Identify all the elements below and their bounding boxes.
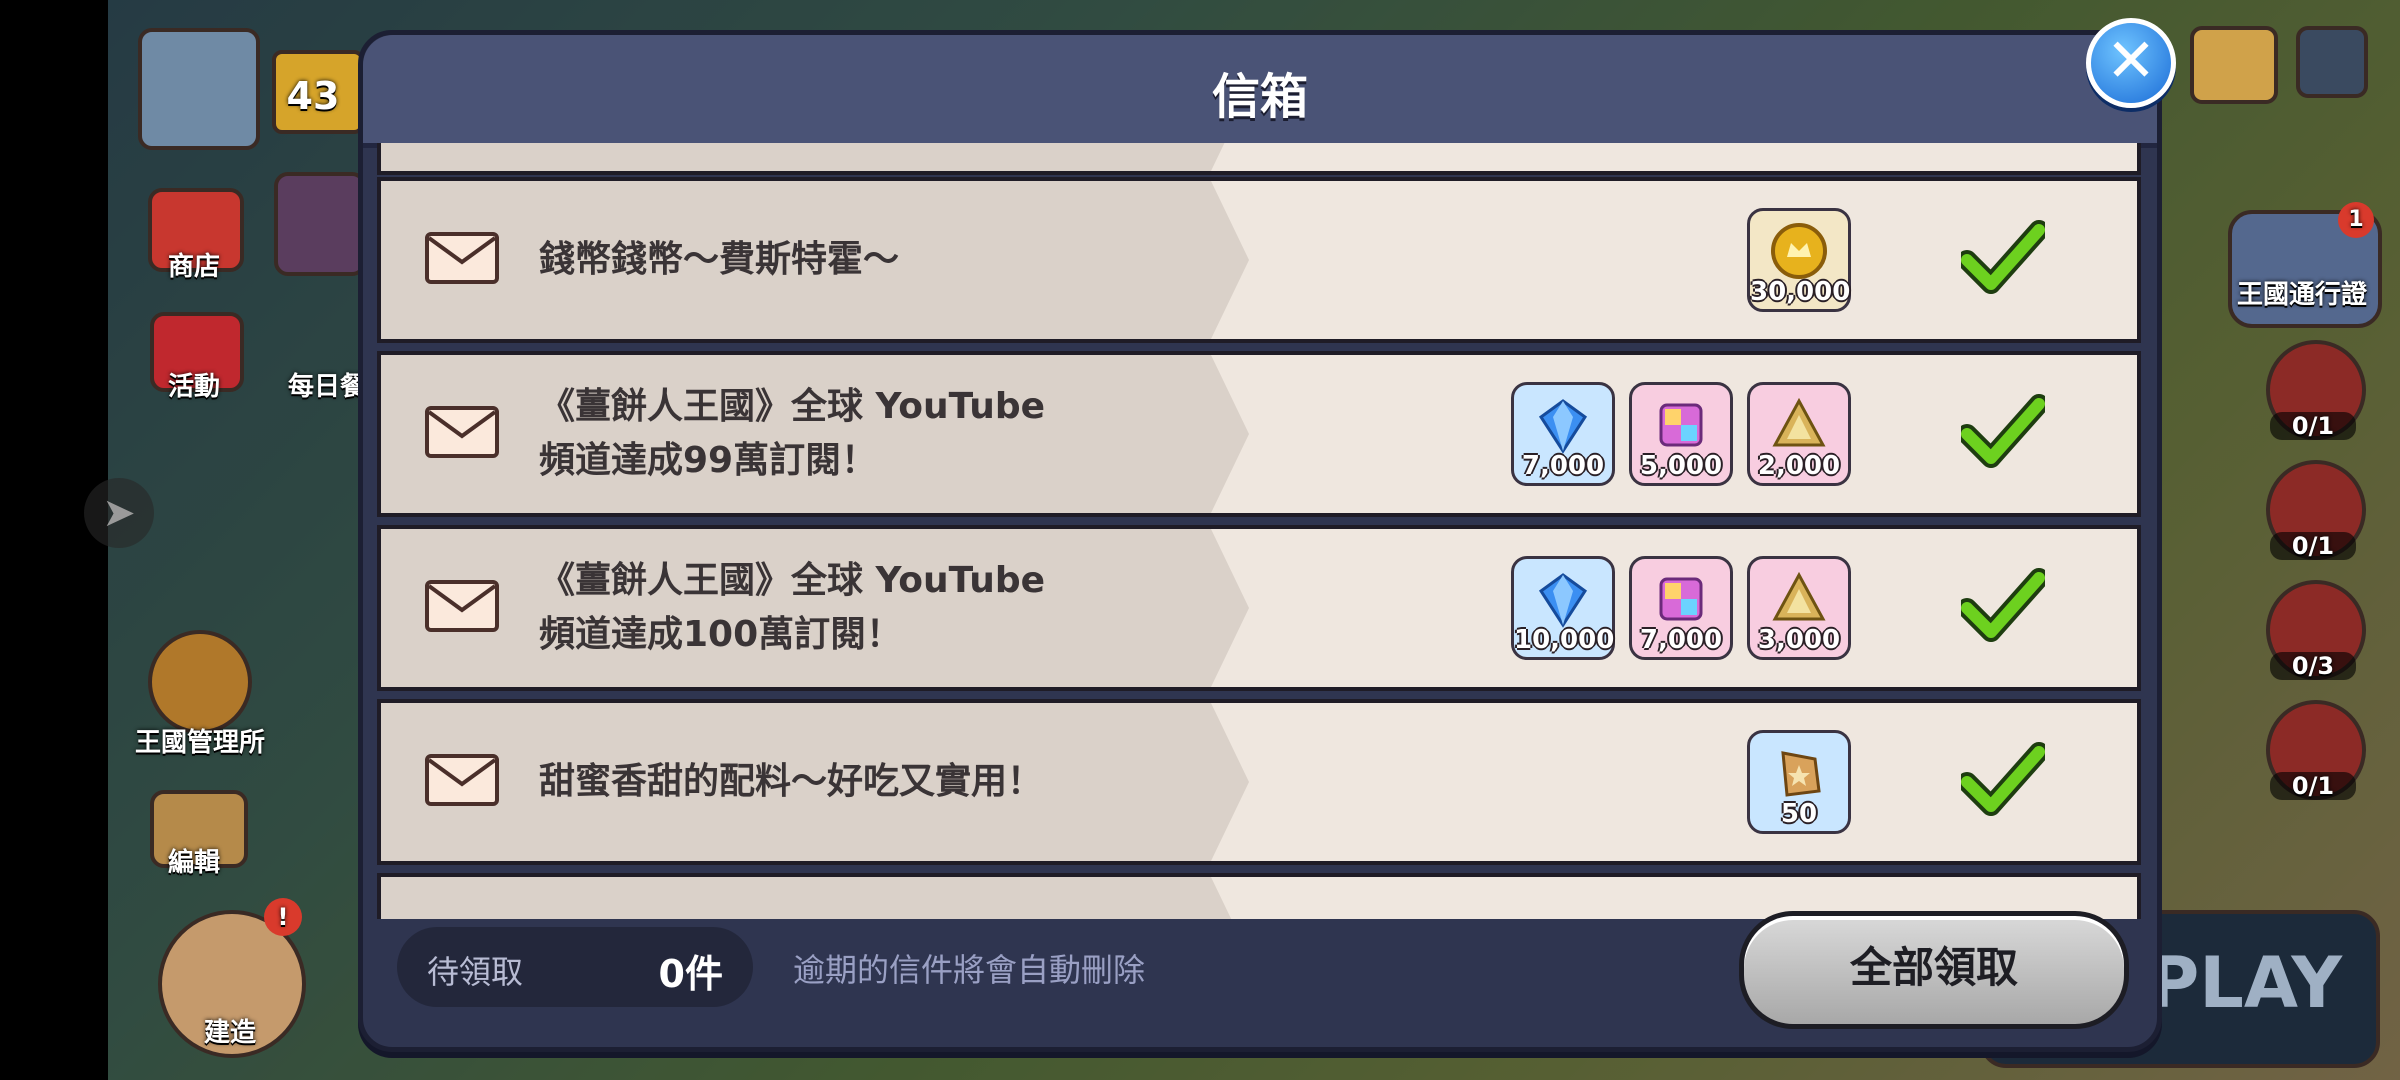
- close-icon: ✕: [2105, 26, 2157, 96]
- kingdom-management-icon[interactable]: [148, 630, 252, 734]
- paper-plane-icon[interactable]: ➤: [84, 478, 154, 548]
- reward-quantity: 30,000: [1750, 277, 1851, 307]
- quest-progress-3: 0/3: [2270, 652, 2356, 680]
- reward-quantity: 7,000: [1639, 625, 1723, 655]
- close-button[interactable]: ✕: [2086, 18, 2176, 108]
- mail-title: 甜蜜香甜的配料～好吃又實用！: [539, 755, 1043, 809]
- reward-item: 7,000: [1511, 382, 1615, 486]
- reward-item: 10,000: [1511, 556, 1615, 660]
- reward-quantity: 5,000: [1639, 451, 1723, 481]
- reward-item: 2,000: [1747, 382, 1851, 486]
- player-avatar[interactable]: [138, 28, 260, 150]
- envelope-icon: [425, 406, 499, 458]
- mail-item[interactable]: 《薑餅人王國》全球 YouTube 頻道達成99萬訂閱！ 7,000 5,000 2,0…: [377, 351, 2141, 517]
- mail-item[interactable]: 甜蜜香甜的配料～好吃又實用！ 50: [377, 699, 2141, 865]
- reward-item: 50: [1747, 730, 1851, 834]
- claim-all-button[interactable]: 全部領取: [1739, 911, 2129, 1029]
- claimed-check-icon[interactable]: [1957, 742, 2049, 816]
- reward-quantity: 10,000: [1514, 625, 1615, 655]
- envelope-icon: [425, 232, 499, 284]
- menu-icon[interactable]: [2296, 26, 2368, 98]
- mail-list[interactable]: 錢幣錢幣～費斯特霍～ 30,000 《薑餅人王國》全球 YouTube 頻道達成99萬…: [377, 143, 2141, 919]
- reward-item: 7,000: [1629, 556, 1733, 660]
- kingdom-mgmt-label: 王國管理所: [134, 728, 265, 758]
- kingdom-pass-badge: 1: [2338, 202, 2374, 238]
- reward-item: 3,000: [1747, 556, 1851, 660]
- claimed-check-icon[interactable]: [1957, 568, 2049, 642]
- pending-count-pill: 待領取 0件: [397, 927, 753, 1007]
- edit-label: 編輯: [167, 848, 220, 878]
- mailbox-modal: 信箱 錢幣錢幣～費斯特霍～ 30,000 《薑餅人王國》全球 YouTube 頻道達成…: [358, 30, 2162, 1052]
- mail-title: 《薑餅人王國》全球 YouTube 頻道達成100萬訂閱！: [539, 554, 1045, 662]
- build-badge: !: [264, 898, 302, 936]
- quest-progress-1: 0/1: [2270, 412, 2356, 440]
- pending-count: 0件: [658, 952, 723, 996]
- mail-title: 《薑餅人王國》全球 YouTube 頻道達成99萬訂閱！: [539, 380, 1045, 488]
- reward-quantity: 50: [1780, 799, 1818, 829]
- announcement-megaphone-icon[interactable]: [2190, 26, 2278, 104]
- screen-border-left: [0, 0, 108, 1080]
- mail-title: 錢幣錢幣～費斯特霍～: [539, 233, 899, 287]
- mail-item[interactable]: 《薑餅人王國》全球 YouTube 頻道達成100萬訂閱！ 10,000 7,000 3…: [377, 525, 2141, 691]
- mail-item-partial: [377, 143, 2141, 175]
- mailbox-footer: 待領取 0件 逾期的信件將會自動刪除 全部領取: [363, 897, 2157, 1047]
- pending-label: 待領取: [427, 953, 524, 991]
- quest-progress-4: 0/1: [2270, 772, 2356, 800]
- daily-event-thumbnail[interactable]: [274, 172, 366, 276]
- claimed-check-icon[interactable]: [1957, 220, 2049, 294]
- expiry-notice: 逾期的信件將會自動刪除: [793, 951, 1146, 989]
- mail-title-line: 《薑餅人王國》全球 YouTube: [539, 386, 1046, 427]
- claimed-check-icon[interactable]: [1957, 394, 2049, 468]
- reward-item: 5,000: [1629, 382, 1733, 486]
- envelope-icon: [425, 580, 499, 632]
- envelope-icon: [425, 754, 499, 806]
- quest-progress-2: 0/1: [2270, 532, 2356, 560]
- modal-header: 信箱: [363, 35, 2157, 148]
- mail-title-line: 錢幣錢幣～費斯特霍～: [539, 239, 900, 280]
- shop-label: 商店: [167, 252, 220, 282]
- build-label: 建造: [203, 1018, 256, 1048]
- reward-quantity: 7,000: [1521, 451, 1605, 481]
- mail-title-line: 頻道達成100萬訂閱！: [539, 614, 903, 655]
- event-label: 活動: [167, 372, 220, 402]
- reward-quantity: 2,000: [1757, 451, 1841, 481]
- mail-title-line: 頻道達成99萬訂閱！: [539, 440, 878, 481]
- mail-title-line: 甜蜜香甜的配料～好吃又實用！: [539, 761, 1044, 802]
- mail-item[interactable]: 錢幣錢幣～費斯特霍～ 30,000: [377, 177, 2141, 343]
- mail-title-line: 《薑餅人王國》全球 YouTube: [539, 560, 1046, 601]
- reward-quantity: 3,000: [1757, 625, 1841, 655]
- kingdom-pass-label: 王國通行證: [2236, 280, 2367, 310]
- player-level: 43: [286, 74, 340, 118]
- play-label: PLAY: [2147, 942, 2343, 1024]
- modal-title: 信箱: [1211, 69, 1308, 125]
- reward-item: 30,000: [1747, 208, 1851, 312]
